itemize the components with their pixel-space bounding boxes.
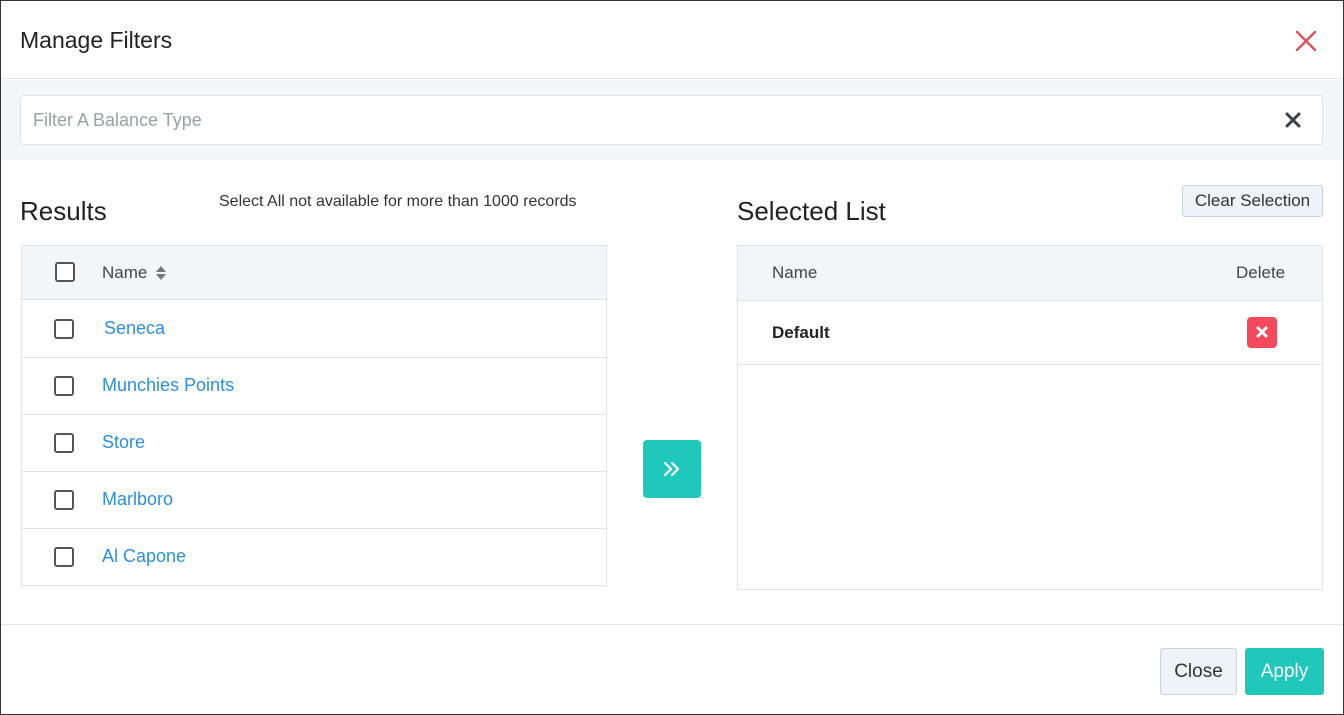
filter-input[interactable] — [33, 96, 1263, 144]
select-all-note: Select All not available for more than 1… — [219, 193, 577, 210]
results-table: Name Seneca Munchies Points Store Marlbo… — [21, 245, 607, 587]
sort-icon[interactable] — [155, 264, 167, 282]
filter-bar — [1, 80, 1343, 160]
selected-table-header: Name Delete — [738, 246, 1322, 301]
selected-name-column-header: Name — [772, 263, 818, 282]
close-icon[interactable] — [1293, 28, 1319, 54]
table-row: Store — [22, 415, 606, 472]
table-row: Seneca — [22, 301, 606, 358]
selected-row-name: Default — [772, 323, 830, 342]
modal-footer: Close Apply — [1, 624, 1343, 714]
selected-list-title: Selected List — [737, 196, 886, 226]
row-checkbox[interactable] — [54, 547, 74, 567]
selected-table: Name Delete Default — [737, 245, 1323, 590]
row-link[interactable]: Store — [102, 432, 145, 453]
double-chevron-right-icon — [663, 461, 680, 477]
filter-input-wrapper — [20, 95, 1323, 145]
row-link[interactable]: Seneca — [104, 318, 165, 339]
selected-row: Default — [738, 301, 1322, 365]
modal-header: Manage Filters — [1, 1, 1343, 79]
results-table-header: Name — [22, 246, 606, 300]
results-title: Results — [20, 196, 107, 226]
row-link[interactable]: Marlboro — [102, 489, 173, 510]
delete-column-header: Delete — [1236, 263, 1286, 282]
manage-filters-modal: Manage Filters Results Select All not av… — [0, 0, 1344, 715]
row-checkbox[interactable] — [54, 490, 74, 510]
table-row: Marlboro — [22, 472, 606, 529]
table-row: Al Capone — [22, 529, 606, 586]
row-link[interactable]: Munchies Points — [102, 375, 234, 396]
clear-icon[interactable] — [1283, 110, 1303, 130]
delete-button[interactable] — [1247, 317, 1277, 348]
close-button[interactable]: Close — [1160, 648, 1237, 695]
table-row: Munchies Points — [22, 358, 606, 415]
select-all-checkbox[interactable] — [55, 262, 75, 282]
row-link[interactable]: Al Capone — [102, 546, 186, 567]
name-column-header[interactable]: Name — [102, 263, 147, 283]
row-checkbox[interactable] — [54, 376, 74, 396]
apply-button[interactable]: Apply — [1245, 648, 1324, 695]
row-checkbox[interactable] — [54, 319, 74, 339]
modal-title: Manage Filters — [20, 27, 173, 53]
move-to-selected-button[interactable] — [643, 440, 701, 498]
clear-selection-button[interactable]: Clear Selection — [1182, 185, 1323, 217]
delete-x-icon — [1256, 326, 1268, 338]
row-checkbox[interactable] — [54, 433, 74, 453]
